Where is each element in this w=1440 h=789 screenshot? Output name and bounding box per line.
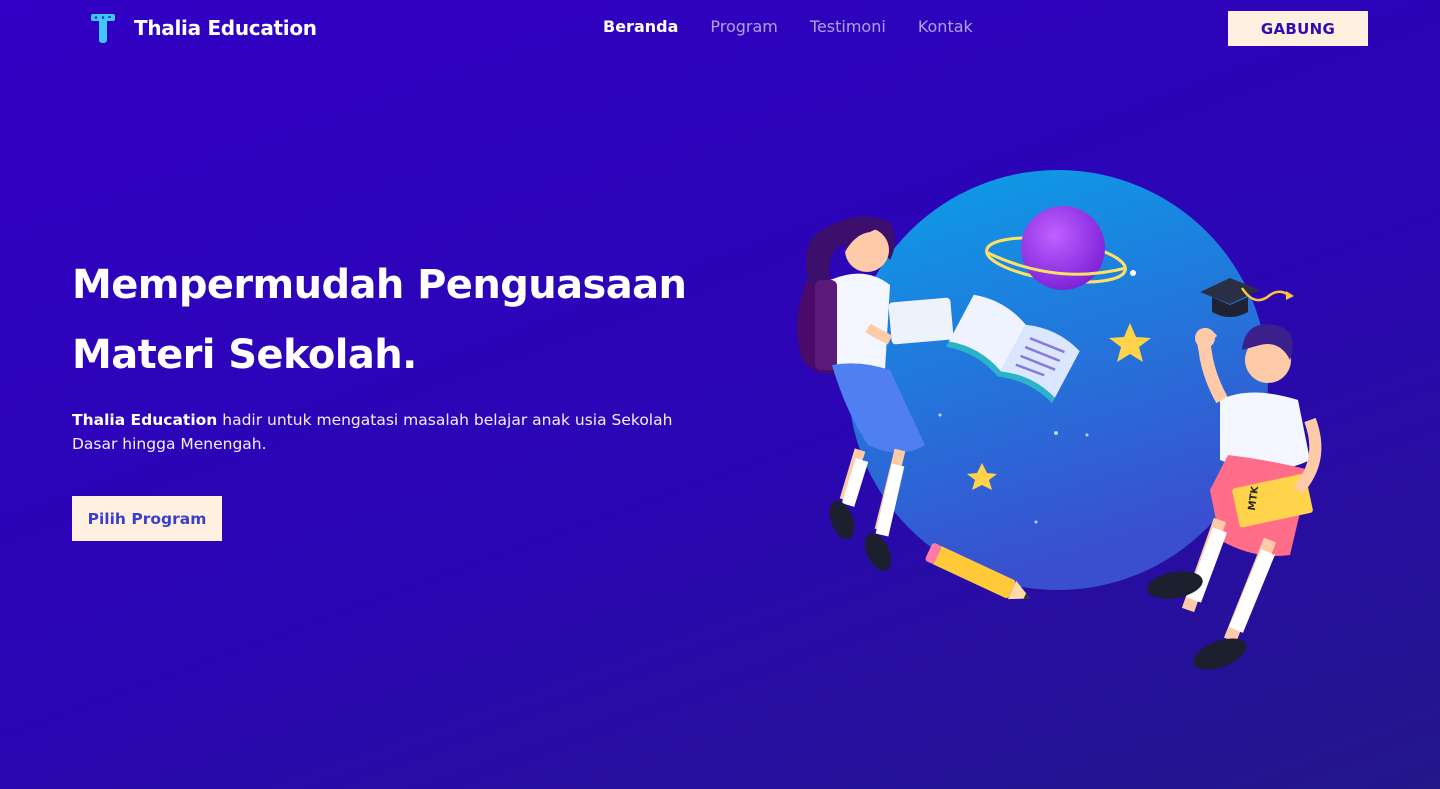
hero-title: Mempermudah Penguasaan Materi Sekolah. [72,250,732,390]
brand-name: Thalia Education [134,16,317,40]
brand[interactable]: Thalia Education [88,12,317,44]
hero-illustration: MTK [797,170,1322,670]
thalia-logo-icon [91,14,115,43]
hero-title-line2: Materi Sekolah. [72,332,417,378]
hero-description-brand: Thalia Education [72,411,218,429]
nav-link-kontak[interactable]: Kontak [918,17,973,36]
hero-title-line1: Mempermudah Penguasaan [72,262,687,308]
join-button[interactable]: GABUNG [1228,11,1368,46]
nav-link-testimoni[interactable]: Testimoni [810,17,886,36]
nav-link-program[interactable]: Program [710,17,778,36]
hero-description: Thalia Education hadir untuk mengatasi m… [72,408,712,456]
navbar: Thalia Education Beranda Program Testimo… [0,0,1440,56]
nav-links: Beranda Program Testimoni Kontak [603,17,973,36]
nav-link-beranda[interactable]: Beranda [603,17,678,36]
choose-program-button[interactable]: Pilih Program [72,496,222,541]
